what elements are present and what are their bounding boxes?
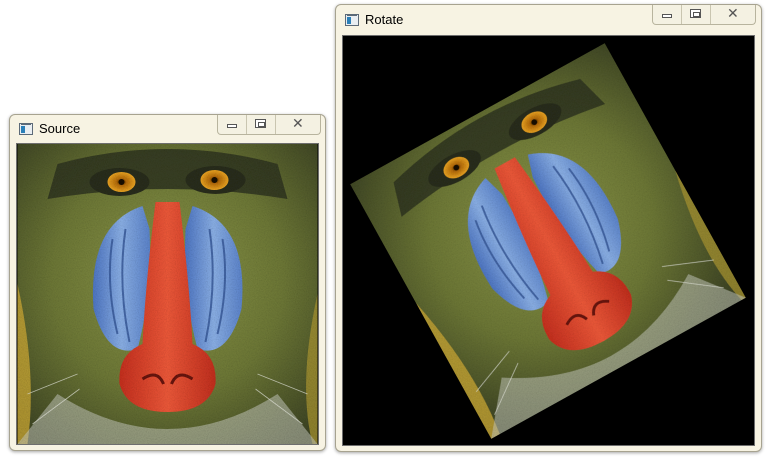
maximize-icon <box>255 119 266 128</box>
source-image-canvas <box>16 143 319 445</box>
source-window: Source ✕ <box>9 114 326 451</box>
close-icon: ✕ <box>727 6 739 22</box>
maximize-button[interactable] <box>246 115 275 134</box>
rotate-window-title: Rotate <box>365 12 404 27</box>
rotate-titlebar[interactable]: Rotate ✕ <box>336 5 761 33</box>
rotate-image-canvas <box>342 35 755 446</box>
source-titlebar[interactable]: Source ✕ <box>10 115 325 143</box>
source-window-title: Source <box>39 121 81 136</box>
minimize-icon <box>227 124 237 128</box>
rotated-mandrill-image <box>348 41 748 441</box>
source-window-controls: ✕ <box>217 115 321 135</box>
maximize-button[interactable] <box>681 5 710 24</box>
rotate-window: Rotate ✕ <box>335 4 762 452</box>
close-icon: ✕ <box>292 116 304 132</box>
window-app-icon <box>19 123 33 135</box>
minimize-button[interactable] <box>653 5 681 24</box>
rotate-window-controls: ✕ <box>652 5 756 25</box>
maximize-icon <box>690 9 701 18</box>
close-button[interactable]: ✕ <box>275 115 320 134</box>
close-button[interactable]: ✕ <box>710 5 755 24</box>
mandrill-image <box>17 144 318 444</box>
minimize-icon <box>662 14 672 18</box>
window-app-icon <box>345 14 359 26</box>
minimize-button[interactable] <box>218 115 246 134</box>
